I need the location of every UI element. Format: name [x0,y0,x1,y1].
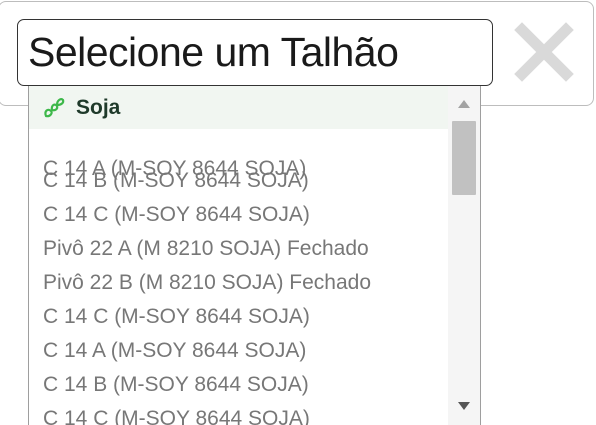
list-item[interactable]: C 14 A (M-SOY 8644 SOJA) [43,334,448,368]
list-item[interactable]: Pivô 22 A (M 8210 SOJA) Fechado [43,232,448,266]
list-item[interactable]: C 14 C (M-SOY 8644 SOJA) [43,402,448,425]
list-item[interactable]: C 14 B (M-SOY 8644 SOJA) [43,164,448,198]
close-icon [514,22,574,82]
leaf-chain-icon [44,98,65,118]
select-placeholder: Selecione um Talhão [28,29,399,75]
dropdown-list: Soja C 14 A (M-SOY 8644 SOJA) C 14 B (M-… [28,86,481,425]
list-item[interactable]: C 14 B (M-SOY 8644 SOJA) [43,368,448,402]
options-list: Soja C 14 A (M-SOY 8644 SOJA) C 14 B (M-… [29,86,448,425]
close-button[interactable] [512,22,576,82]
group-label: Soja [76,96,121,119]
scrollbar[interactable] [448,86,480,425]
list-item[interactable]: C 14 C (M-SOY 8644 SOJA) [43,300,448,334]
group-header-soja: Soja [29,86,448,129]
scroll-up-icon[interactable] [458,100,470,108]
plot-select-input[interactable]: Selecione um Talhão [17,19,493,86]
list-item[interactable]: C 14 C (M-SOY 8644 SOJA) [43,198,448,232]
scroll-down-icon[interactable] [458,402,470,410]
list-item[interactable]: Pivô 22 B (M 8210 SOJA) Fechado [43,266,448,300]
scrollbar-thumb[interactable] [452,121,476,195]
